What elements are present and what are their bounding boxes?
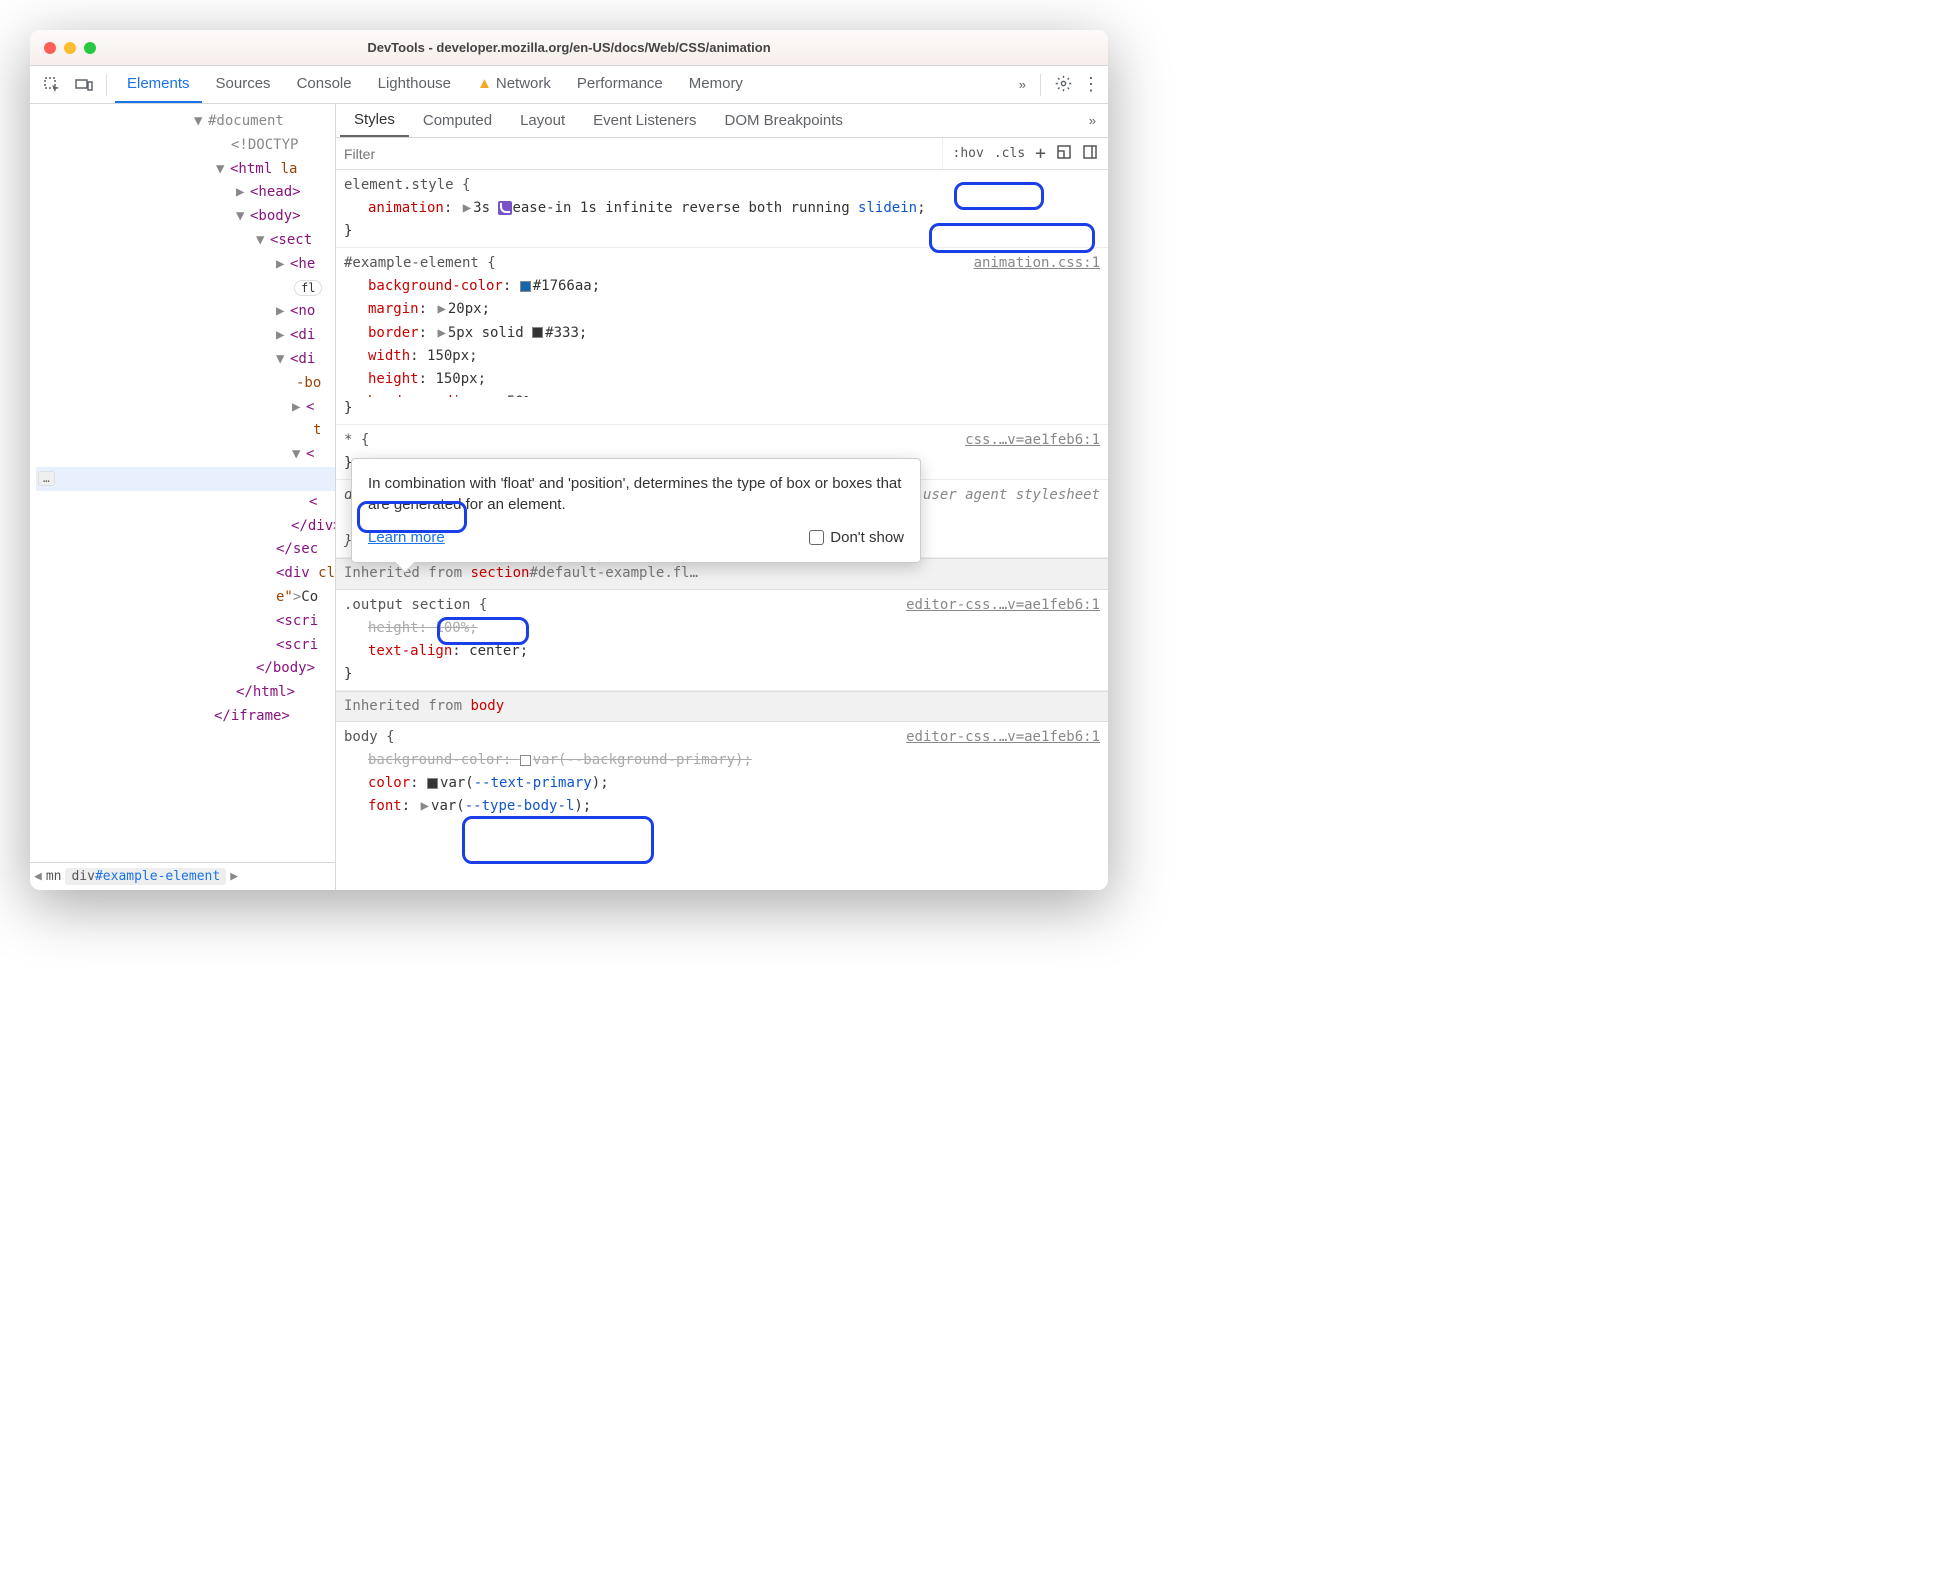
minimize-icon[interactable] bbox=[64, 42, 76, 54]
elements-panel: ▼#document <!DOCTYP ▼<html <html lala ▶<… bbox=[30, 104, 335, 890]
titlebar: DevTools - developer.mozilla.org/en-US/d… bbox=[30, 30, 1108, 66]
toolbar-right: » ⋮ bbox=[1019, 74, 1100, 96]
inherited-from-body: Inherited from body bbox=[336, 691, 1108, 722]
inherited-tag[interactable]: body bbox=[470, 698, 504, 714]
devtools-window: DevTools - developer.mozilla.org/en-US/d… bbox=[30, 30, 1108, 890]
dom-node[interactable]: <scri bbox=[276, 613, 318, 629]
sidetab-styles[interactable]: Styles bbox=[340, 104, 409, 137]
sidetab-computed[interactable]: Computed bbox=[409, 104, 506, 137]
dom-node[interactable]: <body> bbox=[250, 208, 301, 224]
separator bbox=[1040, 74, 1041, 96]
dom-node[interactable]: <di bbox=[290, 327, 315, 343]
tab-performance[interactable]: Performance bbox=[565, 66, 675, 103]
cls-button[interactable]: .cls bbox=[994, 146, 1025, 161]
zoom-icon[interactable] bbox=[84, 42, 96, 54]
tab-elements[interactable]: Elements bbox=[115, 66, 202, 103]
sidebar-toggle-icon[interactable] bbox=[1082, 144, 1098, 164]
window-title: DevTools - developer.mozilla.org/en-US/d… bbox=[30, 40, 1108, 55]
prop-animation[interactable]: animation: ▶3s ease-in 1s infinite rever… bbox=[344, 197, 1100, 220]
color-swatch-icon[interactable] bbox=[520, 281, 531, 292]
tab-memory[interactable]: Memory bbox=[677, 66, 755, 103]
crumb-item[interactable]: mn bbox=[46, 869, 62, 884]
dom-node[interactable]: < bbox=[309, 494, 317, 510]
tab-console[interactable]: Console bbox=[285, 66, 364, 103]
source-link[interactable]: animation.css:1 bbox=[974, 252, 1100, 275]
tab-lighthouse[interactable]: Lighthouse bbox=[366, 66, 463, 103]
dom-tree[interactable]: ▼#document <!DOCTYP ▼<html <html lala ▶<… bbox=[30, 104, 335, 862]
more-tabs-icon[interactable]: » bbox=[1019, 77, 1026, 92]
sidetab-layout[interactable]: Layout bbox=[506, 104, 579, 137]
breadcrumb[interactable]: ◀ mn div#example-element ▶ bbox=[30, 862, 335, 890]
new-rule-icon[interactable]: + bbox=[1035, 143, 1046, 164]
rule-example-element[interactable]: animation.css:1 #example-element { backg… bbox=[336, 248, 1108, 425]
inherited-from-section: Inherited from section#default-example.f… bbox=[336, 558, 1108, 589]
dom-attr: t bbox=[313, 422, 321, 438]
close-icon[interactable] bbox=[44, 42, 56, 54]
hov-button[interactable]: :hov bbox=[953, 146, 984, 161]
dom-node[interactable]: </html> bbox=[236, 684, 295, 700]
separator bbox=[106, 74, 107, 96]
side-tabs: Styles Computed Layout Event Listeners D… bbox=[336, 104, 1108, 138]
dom-node[interactable]: </sec bbox=[276, 541, 318, 557]
easing-icon[interactable] bbox=[498, 201, 512, 215]
dom-node[interactable]: <head> bbox=[250, 184, 301, 200]
dom-hint-pill: fl bbox=[294, 280, 322, 296]
more-sidetabs-icon[interactable]: » bbox=[1081, 113, 1104, 128]
tooltip-text: In combination with 'float' and 'positio… bbox=[368, 473, 904, 515]
inspect-icon[interactable] bbox=[38, 71, 66, 99]
gear-icon[interactable] bbox=[1055, 75, 1072, 95]
rule-output-section[interactable]: editor-css.…v=ae1feb6:1 .output section … bbox=[336, 590, 1108, 691]
tab-network[interactable]: ▲Network bbox=[465, 66, 563, 103]
dom-node[interactable]: < bbox=[306, 446, 314, 462]
styles-list: element.style { animation: ▶3s ease-in 1… bbox=[336, 170, 1108, 890]
content-area: ▼#document <!DOCTYP ▼<html <html lala ▶<… bbox=[30, 104, 1108, 890]
dom-node[interactable]: <no bbox=[290, 303, 315, 319]
chevron-right-icon[interactable]: ▶ bbox=[230, 869, 238, 884]
tab-sources[interactable]: Sources bbox=[204, 66, 283, 103]
dom-node[interactable]: </body> bbox=[256, 660, 315, 676]
source-link[interactable]: css.…v=ae1feb6:1 bbox=[965, 429, 1100, 452]
rule-body[interactable]: editor-css.…v=ae1feb6:1 body { backgroun… bbox=[336, 722, 1108, 822]
tooltip-popover: In combination with 'float' and 'positio… bbox=[351, 458, 921, 563]
sidetab-dombreak[interactable]: DOM Breakpoints bbox=[711, 104, 857, 137]
checkbox-icon[interactable] bbox=[809, 530, 824, 545]
dom-node[interactable]: <di bbox=[290, 351, 315, 367]
dom-node[interactable]: #document bbox=[208, 113, 284, 129]
dom-node[interactable]: <scri bbox=[276, 637, 318, 653]
main-toolbar: Elements Sources Console Lighthouse ▲Net… bbox=[30, 66, 1108, 104]
filter-input[interactable] bbox=[336, 138, 942, 169]
sidetab-listeners[interactable]: Event Listeners bbox=[579, 104, 710, 137]
filter-actions: :hov .cls + bbox=[942, 138, 1108, 169]
warning-icon: ▲ bbox=[477, 75, 492, 92]
learn-more-link[interactable]: Learn more bbox=[368, 527, 445, 548]
dom-node[interactable]: <sect bbox=[270, 232, 312, 248]
main-tabs: Elements Sources Console Lighthouse ▲Net… bbox=[115, 66, 1015, 103]
traffic-lights bbox=[30, 42, 96, 54]
crumb-active[interactable]: div#example-element bbox=[65, 868, 226, 885]
dom-node[interactable]: </div> bbox=[291, 518, 335, 534]
css-var-link[interactable]: --type-body-l bbox=[465, 798, 575, 814]
dom-node[interactable]: <he bbox=[290, 256, 315, 272]
dom-node[interactable]: </iframe> bbox=[214, 708, 290, 724]
dom-node[interactable]: < bbox=[306, 399, 314, 415]
source-link[interactable]: editor-css.…v=ae1feb6:1 bbox=[906, 594, 1100, 617]
device-toggle-icon[interactable] bbox=[70, 71, 98, 99]
filter-bar: :hov .cls + bbox=[336, 138, 1108, 170]
css-var-link[interactable]: --text-primary bbox=[474, 775, 592, 791]
dom-node[interactable]: <!DOCTYP bbox=[231, 137, 298, 153]
ua-stylesheet-label: user agent stylesheet bbox=[923, 484, 1100, 507]
dont-show-checkbox[interactable]: Don't show bbox=[809, 527, 904, 548]
styles-panel: Styles Computed Layout Event Listeners D… bbox=[335, 104, 1108, 890]
inherited-tag[interactable]: section bbox=[470, 565, 529, 581]
color-swatch-icon[interactable] bbox=[532, 327, 543, 338]
chevron-left-icon[interactable]: ◀ bbox=[34, 869, 42, 884]
dom-selected-row[interactable]: … bbox=[36, 467, 335, 491]
color-swatch-icon[interactable] bbox=[427, 778, 438, 789]
dom-attr: -bo bbox=[296, 375, 321, 391]
keyframe-link[interactable]: slidein bbox=[858, 200, 917, 216]
kebab-icon[interactable]: ⋮ bbox=[1082, 74, 1100, 95]
rule-element-style[interactable]: element.style { animation: ▶3s ease-in 1… bbox=[336, 170, 1108, 248]
computed-toggle-icon[interactable] bbox=[1056, 144, 1072, 164]
source-link[interactable]: editor-css.…v=ae1feb6:1 bbox=[906, 726, 1100, 749]
